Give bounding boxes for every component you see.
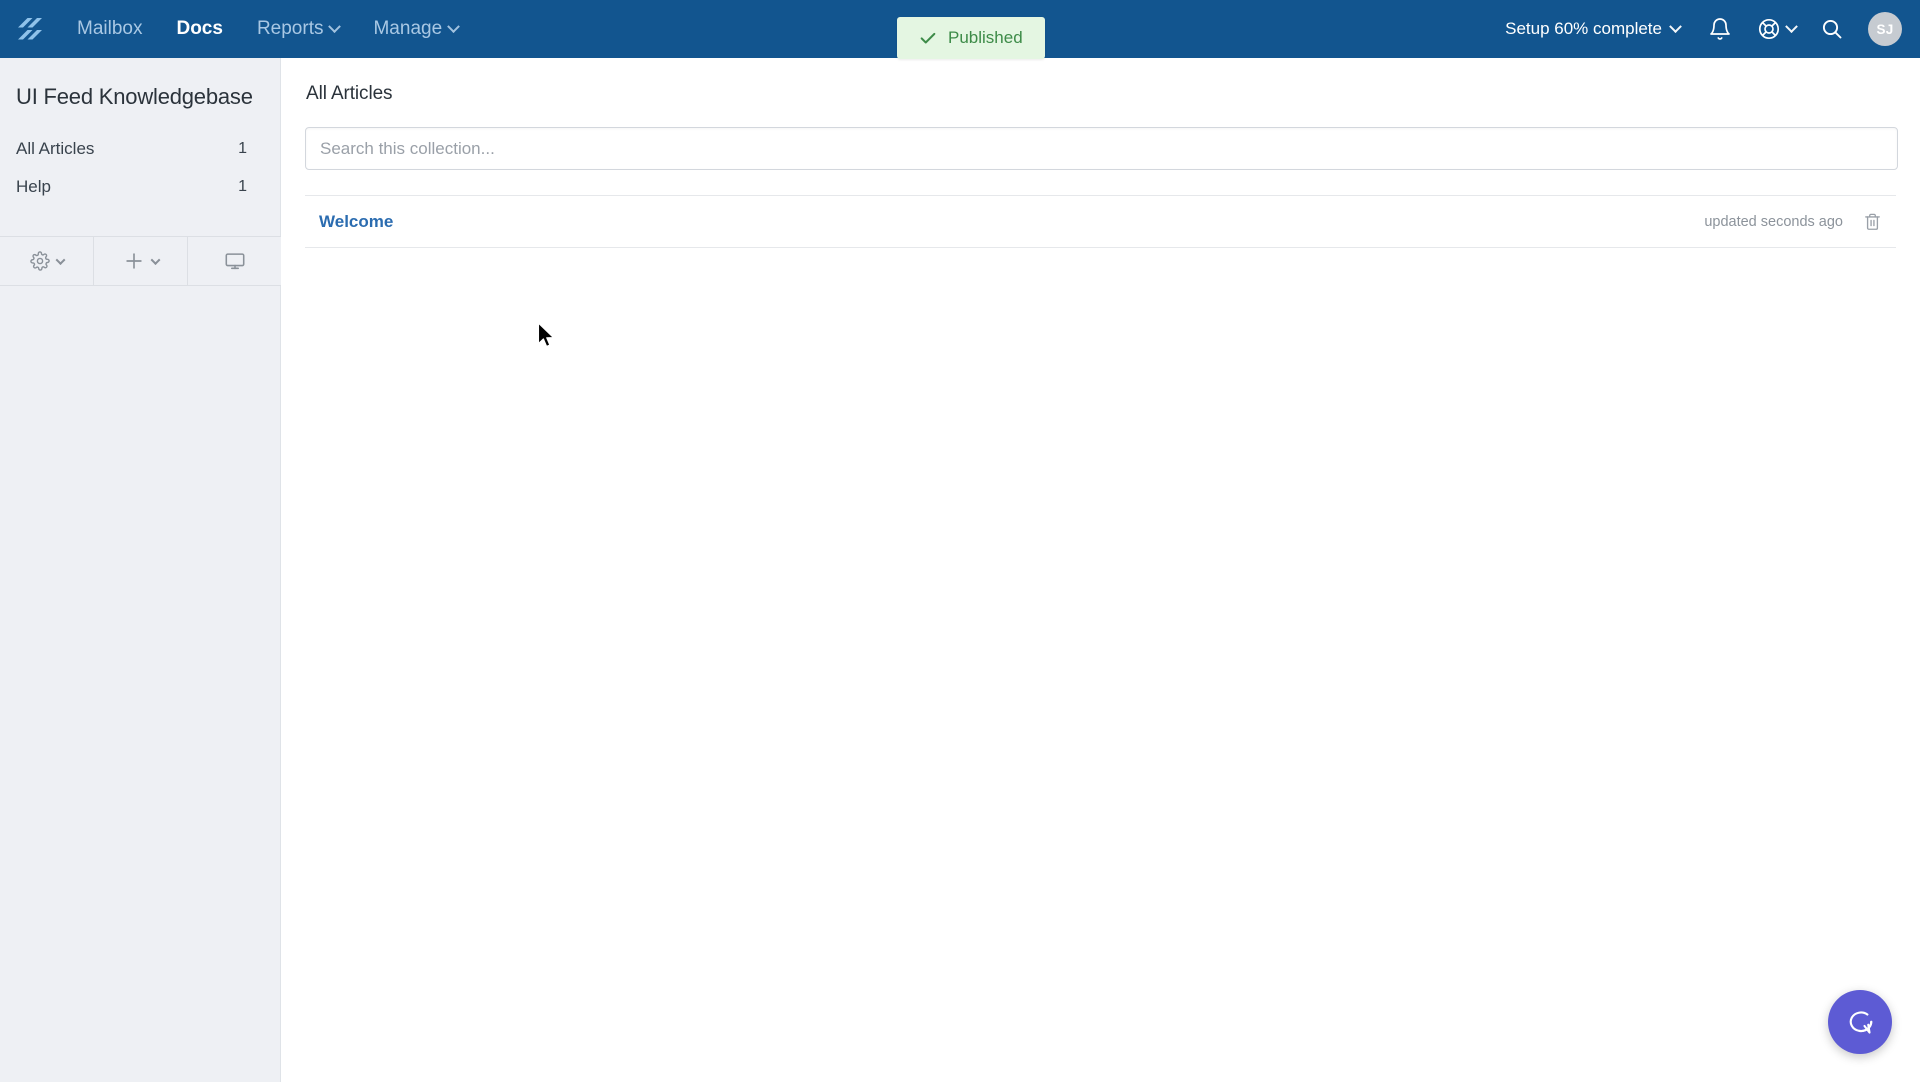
sidebar-item-label: All Articles (16, 139, 95, 159)
chevron-down-icon (150, 254, 160, 265)
nav-item-label: Docs (176, 18, 223, 39)
sidebar-item-help[interactable]: Help 1 (0, 168, 280, 206)
support-beacon-button[interactable] (1828, 990, 1892, 1054)
article-updated-meta: updated seconds ago (1704, 213, 1843, 230)
article-row-actions: updated seconds ago (1704, 212, 1882, 231)
sidebar-item-count: 1 (238, 178, 247, 196)
chevron-down-icon (55, 254, 65, 265)
nav-item-manage[interactable]: Manage (356, 0, 475, 58)
sidebar: UI Feed Knowledgebase All Articles 1 Hel… (0, 58, 281, 1082)
avatar[interactable]: SJ (1868, 12, 1902, 46)
chat-bubble-icon (1849, 1011, 1873, 1034)
notifications-button[interactable] (1694, 0, 1746, 58)
chevron-down-icon (328, 19, 342, 33)
delete-article-button[interactable] (1863, 212, 1882, 231)
monitor-icon (225, 253, 244, 270)
trash-icon (1865, 213, 1880, 230)
nav-item-reports[interactable]: Reports (240, 0, 357, 58)
help-menu-button[interactable] (1746, 0, 1806, 58)
published-toast: Published (897, 17, 1045, 59)
helpscout-logo-icon[interactable] (0, 0, 60, 58)
knowledgebase-title: UI Feed Knowledgebase (16, 84, 253, 109)
sidebar-item-all-articles[interactable]: All Articles 1 (0, 130, 280, 168)
global-search-button[interactable] (1806, 0, 1858, 58)
article-title-link[interactable]: Welcome (319, 212, 393, 232)
nav-item-docs[interactable]: Docs (159, 0, 239, 58)
preview-site-button[interactable] (188, 237, 281, 285)
search-icon (1822, 19, 1842, 39)
search-bar-container (281, 105, 1920, 170)
avatar-initials: SJ (1876, 21, 1894, 37)
nav-left-group: Mailbox Docs Reports Manage (0, 0, 475, 58)
table-row[interactable]: Welcome updated seconds ago (305, 196, 1896, 248)
sidebar-toolbar (0, 236, 281, 286)
page-title: All Articles (306, 83, 393, 104)
search-input[interactable] (305, 127, 1898, 170)
nav-right-group: Setup 60% complete SJ (1491, 0, 1920, 58)
main-content: All Articles Welcome updated seconds ago (281, 58, 1920, 1082)
check-icon (920, 32, 936, 44)
create-menu-button[interactable] (94, 237, 188, 285)
chevron-down-icon (1669, 19, 1682, 33)
settings-menu-button[interactable] (0, 237, 94, 285)
toast-label: Published (948, 28, 1023, 47)
setup-progress-button[interactable]: Setup 60% complete (1491, 0, 1694, 58)
collection-list: All Articles 1 Help 1 (0, 130, 280, 206)
sidebar-item-label: Help (16, 177, 51, 197)
nav-item-label: Reports (256, 18, 324, 39)
setup-progress-label: Setup 60% complete (1505, 19, 1662, 38)
chevron-down-icon (447, 19, 461, 33)
gear-icon (29, 251, 50, 271)
plus-icon (125, 253, 142, 269)
nav-item-mailbox[interactable]: Mailbox (60, 0, 159, 58)
bell-icon (1710, 18, 1730, 40)
chevron-down-icon (1784, 19, 1798, 33)
sidebar-item-count: 1 (238, 140, 247, 158)
nav-item-label: Manage (373, 18, 443, 39)
lifebuoy-icon (1758, 18, 1779, 40)
nav-item-label: Mailbox (77, 18, 143, 39)
articles-list: Welcome updated seconds ago (305, 195, 1896, 248)
